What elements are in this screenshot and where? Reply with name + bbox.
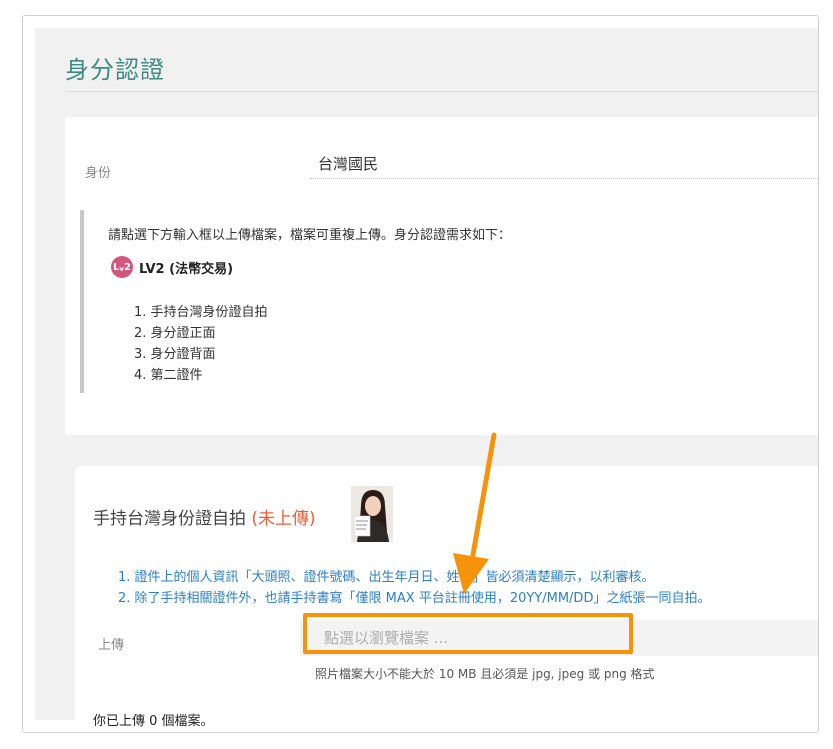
badge-number: 2 [123, 261, 131, 273]
list-item: 2. 身分證正面 [134, 326, 216, 341]
upload-hint: 照片檔案大小不能大於 10 MB 且必須是 jpg, jpeg 或 png 格式 [315, 667, 655, 681]
page-title: 身分認證 [65, 56, 165, 84]
page-canvas: 身分認證 身份 台灣國民 請點選下方輸入框以上傳檔案，檔案可重複上傳。身分認證需… [35, 28, 818, 729]
instruction-1: 1. 證件上的個人資訊「大頭照、證件號碼、出生年月日、姓名」皆必須清楚顯示，以利… [118, 570, 655, 585]
upload-title-text: 手持台灣身份證自拍 [93, 509, 246, 529]
list-item: 3. 身分證背面 [134, 347, 216, 362]
selfie-example-image [351, 486, 393, 542]
identity-label: 身份 [85, 166, 112, 181]
identity-value-field[interactable]: 台灣國民 [310, 150, 818, 179]
instruction-2: 2. 除了手持相關證件外，也請手持書寫「僅限 MAX 平台註冊使用，20YY/M… [118, 591, 711, 606]
identity-card: 身份 台灣國民 請點選下方輸入框以上傳檔案，檔案可重複上傳。身分認證需求如下： … [65, 117, 818, 435]
requirements-list: 1. 手持台灣身份證自拍 2. 身分證正面 3. 身分證背面 4. 第二證件 [134, 302, 268, 386]
upload-card: 手持台灣身份證自拍 (未上傳) 1. 證件上的個人資訊「大頭照、證件號碼、出生年… [75, 466, 818, 729]
level-badge-icon: Lv2 [111, 256, 133, 278]
list-item: 4. 第二證件 [134, 368, 203, 383]
level-text: LV2 (法幣交易) [139, 261, 234, 277]
list-item: 1. 手持台灣身份證自拍 [134, 305, 268, 320]
upload-status: (未上傳) [251, 509, 316, 529]
level-row: Lv2 LV2 (法幣交易) [111, 256, 233, 278]
title-divider [65, 91, 818, 92]
upload-section-title: 手持台灣身份證自拍 (未上傳) [93, 504, 316, 529]
uploaded-count: 你已上傳 0 個檔案。 [93, 714, 214, 729]
file-upload-input[interactable] [300, 620, 818, 656]
requirements-notice: 請點選下方輸入框以上傳檔案，檔案可重複上傳。身分認證需求如下： Lv2 LV2 … [80, 210, 544, 393]
outer-frame: 身分認證 身份 台灣國民 請點選下方輸入框以上傳檔案，檔案可重複上傳。身分認證需… [22, 15, 819, 733]
upload-label: 上傳 [98, 638, 125, 653]
notice-intro: 請點選下方輸入框以上傳檔案，檔案可重複上傳。身分認證需求如下： [108, 228, 512, 243]
